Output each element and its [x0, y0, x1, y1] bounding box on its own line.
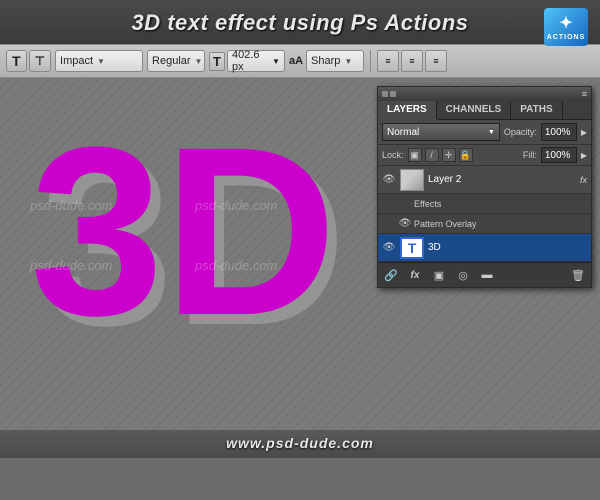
blend-mode-row: Normal ▼ Opacity: 100% ▶ — [378, 120, 591, 145]
panel-bottom-toolbar: 🔗 fx ▣ ◎ ▬ 🗑 — [378, 262, 591, 287]
opacity-input[interactable]: 100% — [541, 123, 577, 141]
watermark-2: psd-dude.com — [30, 258, 112, 273]
align-center-button[interactable]: ≡ — [401, 50, 423, 72]
lock-row: Lock: ▣ / ✛ 🔒 Fill: 100% ▶ — [378, 145, 591, 166]
font-size-group: T 402.6 px ▼ — [209, 50, 285, 72]
footer-url: www.psd-dude.com — [226, 435, 374, 451]
link-icon-button[interactable]: 🔗 — [382, 266, 400, 284]
titlebar-dots — [382, 91, 396, 97]
aa-arrow: ▼ — [344, 57, 352, 66]
orient-tool-button[interactable]: ⊤ — [29, 50, 51, 72]
layers-panel: ≡ LAYERS CHANNELS PATHS Normal ▼ Opacity… — [377, 86, 592, 288]
lock-position-button[interactable]: ✛ — [442, 148, 456, 162]
header: 3D text effect using Ps Actions ✦ ACTION… — [0, 0, 600, 44]
watermark-3: psd-dude.com — [195, 198, 277, 213]
text-main: 3D — [30, 93, 337, 369]
dot-2 — [390, 91, 396, 97]
delete-layer-button[interactable]: 🗑 — [569, 266, 587, 284]
layer-row-layer2[interactable]: 👁 Layer 2 fx — [378, 166, 591, 194]
lock-transparent-icon: ▣ — [410, 150, 419, 161]
font-style-arrow: ▼ — [195, 57, 203, 66]
opacity-label: Opacity: — [504, 127, 537, 137]
fill-input[interactable]: 100% — [541, 147, 577, 163]
layer-row-3d[interactable]: 👁 T 3D — [378, 234, 591, 262]
layer2-thumbnail — [400, 169, 424, 191]
lock-position-icon: ✛ — [445, 150, 453, 161]
pattern-overlay-label: Pattern Overlay — [414, 219, 587, 229]
tab-paths[interactable]: PATHS — [511, 101, 562, 119]
canvas-area: 3D 3D psd-dude.com psd-dude.com psd-dude… — [0, 78, 600, 458]
lock-all-button[interactable]: 🔒 — [459, 148, 473, 162]
blend-mode-dropdown[interactable]: Normal ▼ — [382, 123, 500, 141]
align-right-icon: ≡ — [433, 56, 438, 66]
anti-alias-group: aA Sharp ▼ — [289, 50, 364, 72]
actions-badge: ✦ ACTIONS — [544, 8, 588, 46]
panel-titlebar: ≡ — [378, 87, 591, 101]
watermark-4: psd-dude.com — [195, 258, 277, 273]
text-tool-group: T ⊤ — [6, 50, 51, 72]
footer: www.psd-dude.com — [0, 430, 600, 458]
watermark-1: psd-dude.com — [30, 198, 112, 213]
lock-paint-button[interactable]: / — [425, 148, 439, 162]
tab-layers[interactable]: LAYERS — [378, 101, 437, 120]
align-group: ≡ ≡ ≡ — [377, 50, 447, 72]
new-layer-button[interactable]: ▬ — [478, 266, 496, 284]
orient-icon: ⊤ — [35, 54, 45, 68]
anti-alias-dropdown[interactable]: Sharp ▼ — [306, 50, 364, 72]
toolbar-separator — [370, 50, 371, 72]
font-family-arrow: ▼ — [97, 57, 105, 66]
panel-tabs: LAYERS CHANNELS PATHS — [378, 101, 591, 120]
font-size-input[interactable]: 402.6 px ▼ — [227, 50, 285, 72]
toolbar: T ⊤ Impact ▼ Regular ▼ T 402.6 px ▼ aA S… — [0, 44, 600, 78]
text-tool-button[interactable]: T — [6, 50, 27, 72]
layer-row-pattern-overlay[interactable]: 👁 Pattern Overlay — [378, 214, 591, 234]
effects-label: Effects — [414, 199, 587, 209]
align-left-icon: ≡ — [385, 56, 390, 66]
lock-all-icon: 🔒 — [460, 150, 471, 161]
layer2-name: Layer 2 — [428, 174, 576, 185]
3d-visibility-icon[interactable]: 👁 — [382, 241, 396, 255]
effects-visibility-icon[interactable] — [400, 197, 410, 211]
font-size-arrow: ▼ — [272, 57, 280, 66]
layer2-visibility-icon[interactable]: 👁 — [382, 173, 396, 187]
lock-icons: ▣ / ✛ 🔒 — [408, 148, 473, 162]
lock-transparent-button[interactable]: ▣ — [408, 148, 422, 162]
fill-arrow[interactable]: ▶ — [581, 151, 587, 160]
fx-button[interactable]: fx — [406, 266, 424, 284]
lock-label: Lock: — [382, 150, 404, 160]
adjustment-button[interactable]: ▣ — [430, 266, 448, 284]
font-size-icon: T — [209, 52, 225, 71]
blend-mode-arrow: ▼ — [488, 129, 495, 136]
font-style-dropdown[interactable]: Regular ▼ — [147, 50, 205, 72]
dot-1 — [382, 91, 388, 97]
align-right-button[interactable]: ≡ — [425, 50, 447, 72]
pattern-visibility-icon[interactable]: 👁 — [400, 217, 410, 231]
layer-row-effects[interactable]: Effects — [378, 194, 591, 214]
3d-layer-name: 3D — [428, 242, 587, 253]
actions-label: ACTIONS — [547, 34, 586, 41]
fill-label: Fill: — [523, 150, 537, 160]
opacity-arrow[interactable]: ▶ — [581, 128, 587, 137]
3d-thumbnail: T — [400, 237, 424, 259]
layer2-fx-icon: fx — [580, 175, 587, 185]
align-left-button[interactable]: ≡ — [377, 50, 399, 72]
font-family-dropdown[interactable]: Impact ▼ — [55, 50, 143, 72]
panel-menu-icon[interactable]: ≡ — [582, 89, 587, 99]
actions-icon: ✦ — [559, 13, 572, 33]
page-title: 3D text effect using Ps Actions — [0, 10, 600, 36]
align-center-icon: ≡ — [409, 56, 414, 66]
tab-channels[interactable]: CHANNELS — [437, 101, 512, 119]
group-button[interactable]: ◎ — [454, 266, 472, 284]
lock-paint-icon: / — [430, 150, 433, 160]
